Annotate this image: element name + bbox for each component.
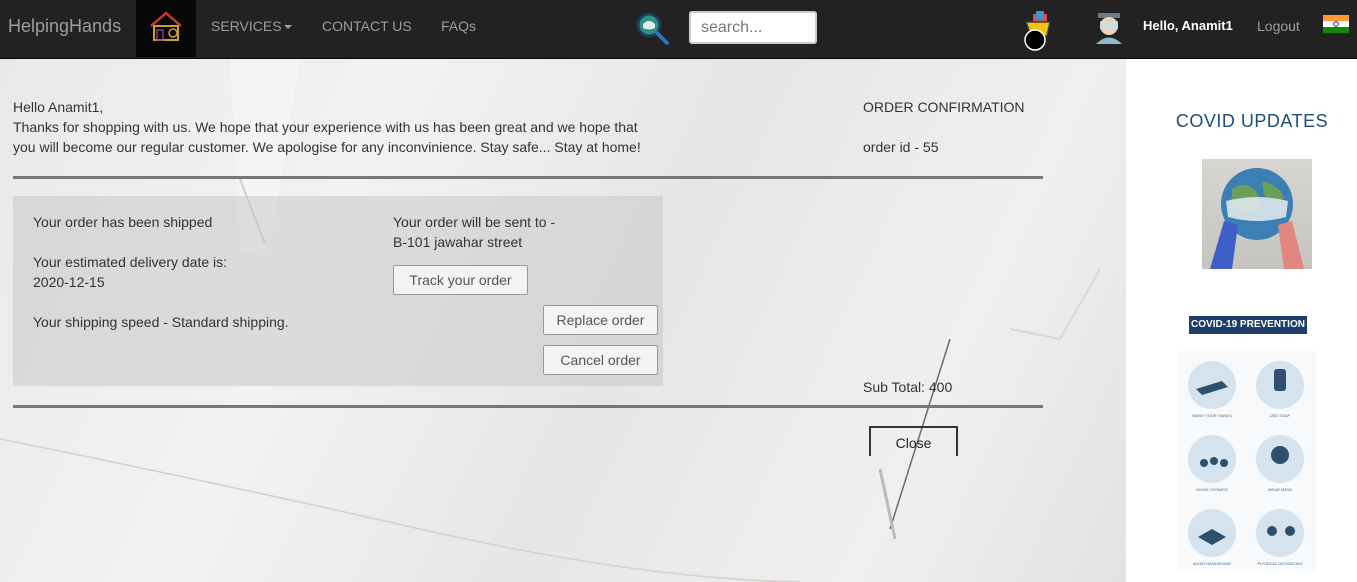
nav-contact-us[interactable]: CONTACT US <box>322 18 412 34</box>
magnifier-virus-icon[interactable] <box>633 9 671 47</box>
user-avatar-icon[interactable] <box>1093 11 1125 44</box>
divider-top <box>13 176 1043 179</box>
shopping-cart-icon[interactable] <box>1022 10 1058 52</box>
house-logo-icon[interactable] <box>136 0 196 57</box>
order-details-panel: Your order has been shipped Your estimat… <box>13 196 663 386</box>
sub-total: Sub Total: 400 <box>863 379 953 395</box>
navbar: HelpingHands SERVICES CONTACT US FAQs se… <box>0 0 1357 59</box>
user-greeting: Hello, Anamit1 <box>1143 18 1233 33</box>
delivery-date-label: Your estimated delivery date is: <box>33 254 228 270</box>
order-confirmation-area: Hello Anamit1, Thanks for shopping with … <box>0 59 1126 582</box>
replace-order-button[interactable]: Replace order <box>543 305 658 335</box>
nav-services-label: SERVICES <box>211 18 282 34</box>
logout-link[interactable]: Logout <box>1257 18 1300 34</box>
order-greeting: Hello Anamit1, <box>13 99 104 115</box>
order-status: Your order has been shipped <box>33 214 213 230</box>
covid-prevention-badge: COVID-19 PREVENTION <box>1189 316 1307 334</box>
sent-to-label: Your order will be sent to - <box>393 214 556 230</box>
poster-pictograms <box>1196 369 1295 545</box>
delivery-address: B-101 jawahar street <box>393 234 523 250</box>
divider-bottom <box>13 405 1043 408</box>
order-message-line2: you will become our regular customer. We… <box>13 139 641 155</box>
covid-updates-title: COVID UPDATES <box>1175 111 1329 131</box>
search-input[interactable] <box>689 11 817 44</box>
close-button[interactable]: Close <box>869 426 958 456</box>
globe-with-mask-image[interactable] <box>1202 159 1312 269</box>
prevention-poster[interactable]: WASH YOUR HANDS USE SOAP AVOID CROWDS WE… <box>1178 351 1316 571</box>
shipping-speed: Your shipping speed - Standard shipping. <box>33 314 289 330</box>
nav-services[interactable]: SERVICES <box>211 18 292 34</box>
delivery-date: 2020-12-15 <box>33 274 105 290</box>
caret-down-icon <box>283 25 292 30</box>
india-flag-icon[interactable] <box>1323 15 1349 33</box>
brand-name[interactable]: HelpingHands <box>8 16 121 37</box>
order-id: order id - 55 <box>863 139 939 155</box>
nav-faqs[interactable]: FAQs <box>441 18 476 34</box>
cancel-order-button[interactable]: Cancel order <box>543 345 658 375</box>
track-order-button[interactable]: Track your order <box>393 265 528 295</box>
order-message-line1: Thanks for shopping with us. We hope tha… <box>13 119 638 135</box>
order-confirmation-heading: ORDER CONFIRMATION <box>863 99 1025 115</box>
covid-sidebar: COVID UPDATES COVID-19 PREVENTION WASH Y… <box>1126 59 1357 582</box>
